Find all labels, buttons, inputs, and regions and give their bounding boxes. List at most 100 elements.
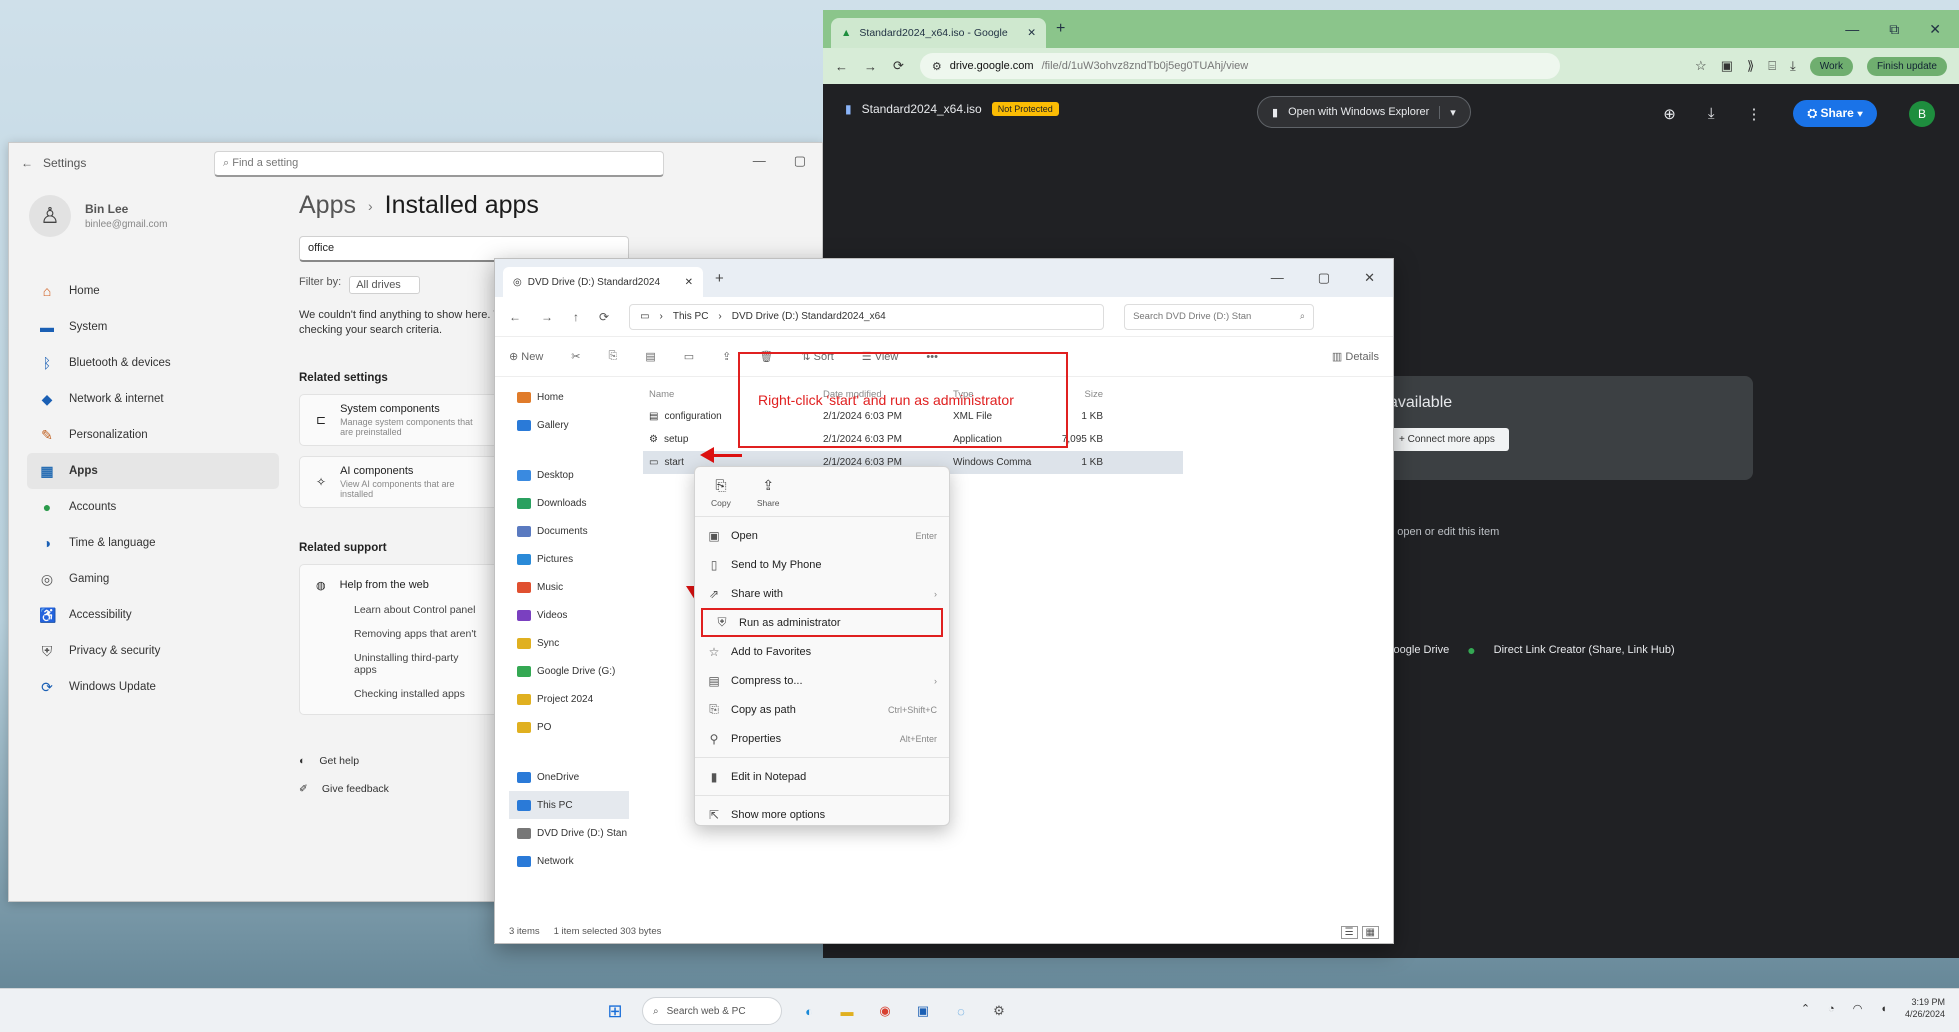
sidebar-item-privacy-security[interactable]: ⛨ Privacy & security bbox=[27, 633, 279, 669]
more-options-icon[interactable]: ⋮ bbox=[1746, 105, 1761, 123]
up-icon[interactable]: ↑ bbox=[573, 310, 579, 324]
new-button[interactable]: ⊕ New bbox=[509, 350, 543, 363]
open-with-button[interactable]: ▮ Open with Windows Explorer ▾ bbox=[1257, 96, 1471, 128]
reading-mode-icon[interactable]: ⟫ bbox=[1747, 58, 1754, 74]
sidebar-item-home[interactable]: ⌂ Home bbox=[27, 273, 279, 309]
details-view-icon[interactable]: ☰ bbox=[1340, 926, 1358, 939]
new-tab-button[interactable]: + bbox=[715, 270, 724, 287]
direct-link-creator-link[interactable]: Direct Link Creator (Share, Link Hub) bbox=[1494, 644, 1675, 656]
store-icon[interactable]: ▣ bbox=[912, 1000, 934, 1022]
wifi-icon[interactable]: ◠ bbox=[1853, 1002, 1863, 1015]
ai-components-card[interactable]: ✧ AI components View AI components that … bbox=[299, 455, 499, 508]
path-dvd-drive[interactable]: DVD Drive (D:) Standard2024_x64 bbox=[732, 311, 886, 322]
system-components-card[interactable]: ⊏ System components Manage system compon… bbox=[299, 393, 499, 446]
menu-item-copy-as-path[interactable]: ⎘ Copy as path Ctrl+Shift+C bbox=[695, 695, 949, 724]
user-profile[interactable]: ♙ Bin Lee binlee@gmail.com bbox=[29, 195, 167, 237]
nav-item-documents[interactable]: Documents bbox=[509, 517, 629, 545]
maximize-button[interactable]: ▢ bbox=[794, 153, 806, 169]
explorer-address-bar[interactable]: ▭ › This PC › DVD Drive (D:) Standard202… bbox=[629, 303, 1105, 330]
sidebar-item-windows-update[interactable]: ⟳ Windows Update bbox=[27, 669, 279, 705]
copy-icon[interactable]: ⎘ bbox=[609, 350, 618, 363]
nav-item-network[interactable]: Network bbox=[509, 847, 629, 875]
restore-button[interactable]: ⧉ bbox=[1889, 21, 1899, 38]
google-drive-link[interactable]: Google Drive bbox=[1385, 644, 1449, 656]
path-this-pc[interactable]: This PC bbox=[673, 311, 709, 322]
volume-icon[interactable]: ◖ bbox=[1880, 1003, 1887, 1015]
breadcrumb-apps[interactable]: Apps bbox=[299, 191, 356, 220]
sidebar-item-system[interactable]: ▬ System bbox=[27, 309, 279, 345]
minimize-button[interactable]: — bbox=[753, 153, 766, 169]
reload-icon[interactable]: ⟳ bbox=[893, 58, 904, 74]
refresh-icon[interactable]: ⟳ bbox=[599, 310, 609, 324]
add-shortcut-icon[interactable]: ⊕ bbox=[1663, 105, 1676, 123]
edge-icon[interactable]: ◐ bbox=[798, 1000, 820, 1022]
site-info-icon[interactable]: ⚙ bbox=[932, 60, 942, 73]
nav-item-this-pc[interactable]: This PC bbox=[509, 791, 629, 819]
help-link[interactable]: Learn about Control panel bbox=[354, 604, 482, 616]
account-avatar[interactable]: B bbox=[1909, 100, 1935, 127]
menu-item-open[interactable]: ▣ Open Enter bbox=[695, 521, 949, 550]
sidebar-item-accounts[interactable]: ● Accounts bbox=[27, 489, 279, 525]
menu-item-compress-to[interactable]: ▤ Compress to... › bbox=[695, 666, 949, 695]
close-tab-icon[interactable]: ✕ bbox=[685, 277, 693, 288]
sidebar-item-bluetooth-devices[interactable]: ᛒ Bluetooth & devices bbox=[27, 345, 279, 381]
nav-item-desktop[interactable]: Desktop bbox=[509, 461, 629, 489]
share-button[interactable]: ⛭ Share ▾ bbox=[1793, 100, 1877, 127]
rename-icon[interactable]: ▭ bbox=[684, 350, 694, 363]
menu-item-add-to-favorites[interactable]: ☆ Add to Favorites bbox=[695, 637, 949, 666]
drive-filter-dropdown[interactable]: All drives bbox=[349, 276, 420, 294]
chrome-icon[interactable]: ◉ bbox=[874, 1000, 896, 1022]
download-file-icon[interactable]: ⤓ bbox=[1708, 105, 1715, 122]
nav-item-home[interactable]: Home bbox=[509, 383, 629, 411]
settings-gear-icon[interactable]: ⚙ bbox=[988, 1000, 1010, 1022]
sidebar-item-accessibility[interactable]: ♿ Accessibility bbox=[27, 597, 279, 633]
back-icon[interactable]: ← bbox=[835, 59, 848, 74]
new-tab-button[interactable]: + bbox=[1056, 20, 1065, 38]
menu-item-run-as-administrator[interactable]: ⛨ Run as administrator bbox=[701, 608, 943, 637]
paste-icon[interactable]: ▤ bbox=[645, 350, 655, 363]
sidebar-item-time-language[interactable]: ◑ Time & language bbox=[27, 525, 279, 561]
connect-more-apps-button[interactable]: + Connect more apps bbox=[1385, 428, 1509, 451]
tiles-view-icon[interactable]: ▦ bbox=[1361, 926, 1379, 939]
menu-item-edit-in-notepad[interactable]: ▮ Edit in Notepad bbox=[695, 762, 949, 791]
chevron-down-icon[interactable]: ▾ bbox=[1439, 105, 1456, 119]
menu-item-share-with[interactable]: ⇗ Share with › bbox=[695, 579, 949, 608]
nav-item-project-2024[interactable]: Project 2024 bbox=[509, 685, 629, 713]
nav-item-sync[interactable]: Sync bbox=[509, 629, 629, 657]
context-share-button[interactable]: ⇪ Share bbox=[757, 477, 780, 508]
close-button[interactable]: ✕ bbox=[1929, 21, 1941, 38]
sidebar-item-gaming[interactable]: ◎ Gaming bbox=[27, 561, 279, 597]
cut-icon[interactable]: ✂ bbox=[571, 350, 580, 363]
help-link[interactable]: Uninstalling third-party apps bbox=[354, 652, 482, 676]
finish-update-button[interactable]: Finish update bbox=[1866, 56, 1947, 76]
menu-item-properties[interactable]: ⚲ Properties Alt+Enter bbox=[695, 724, 949, 753]
nav-item-dvd-drive-d-stan[interactable]: DVD Drive (D:) Stan bbox=[509, 819, 629, 847]
browser-tab[interactable]: ▲ Standard2024_x64.iso - Google Drive ✕ bbox=[831, 18, 1046, 48]
menu-item-show-more-options[interactable]: ⇱ Show more options bbox=[695, 800, 949, 829]
profile-button[interactable]: Work bbox=[1809, 56, 1853, 76]
chevron-up-icon[interactable]: ⌃ bbox=[1801, 1002, 1810, 1015]
download-icon[interactable]: ⤓ bbox=[1790, 58, 1796, 74]
menu-item-send-to-my-phone[interactable]: ▯ Send to My Phone bbox=[695, 550, 949, 579]
extensions-icon[interactable]: ▣ bbox=[1721, 58, 1733, 74]
back-icon[interactable]: ← bbox=[509, 310, 521, 324]
nav-item-downloads[interactable]: Downloads bbox=[509, 489, 629, 517]
nav-item-po[interactable]: PO bbox=[509, 713, 629, 741]
help-link[interactable]: Checking installed apps bbox=[354, 688, 482, 700]
explorer-search-input[interactable]: Search DVD Drive (D:) Stan ⌕ bbox=[1124, 303, 1315, 330]
start-button[interactable]: ⊞ bbox=[604, 1000, 626, 1022]
back-arrow-icon[interactable]: ← bbox=[21, 156, 33, 170]
maximize-button[interactable]: ▢ bbox=[1318, 270, 1330, 286]
minimize-button[interactable]: — bbox=[1271, 270, 1284, 286]
address-bar[interactable]: ⚙ drive.google.com/file/d/1uW3ohvz8zndTb… bbox=[919, 53, 1560, 79]
context-copy-button[interactable]: ⎘ Copy bbox=[711, 477, 731, 508]
minimize-button[interactable]: — bbox=[1845, 21, 1859, 38]
taskbar-search[interactable]: ⌕ Search web & PC bbox=[642, 997, 782, 1025]
sidebar-item-network-internet[interactable]: ◆ Network & internet bbox=[27, 381, 279, 417]
close-button[interactable]: ✕ bbox=[1364, 270, 1375, 286]
nav-item-onedrive[interactable]: OneDrive bbox=[509, 763, 629, 791]
forward-icon[interactable]: → bbox=[864, 59, 877, 74]
sidebar-item-apps[interactable]: ▦ Apps bbox=[27, 453, 279, 489]
bookmark-star-icon[interactable]: ☆ bbox=[1695, 58, 1707, 74]
sidebar-item-personalization[interactable]: ✎ Personalization bbox=[27, 417, 279, 453]
